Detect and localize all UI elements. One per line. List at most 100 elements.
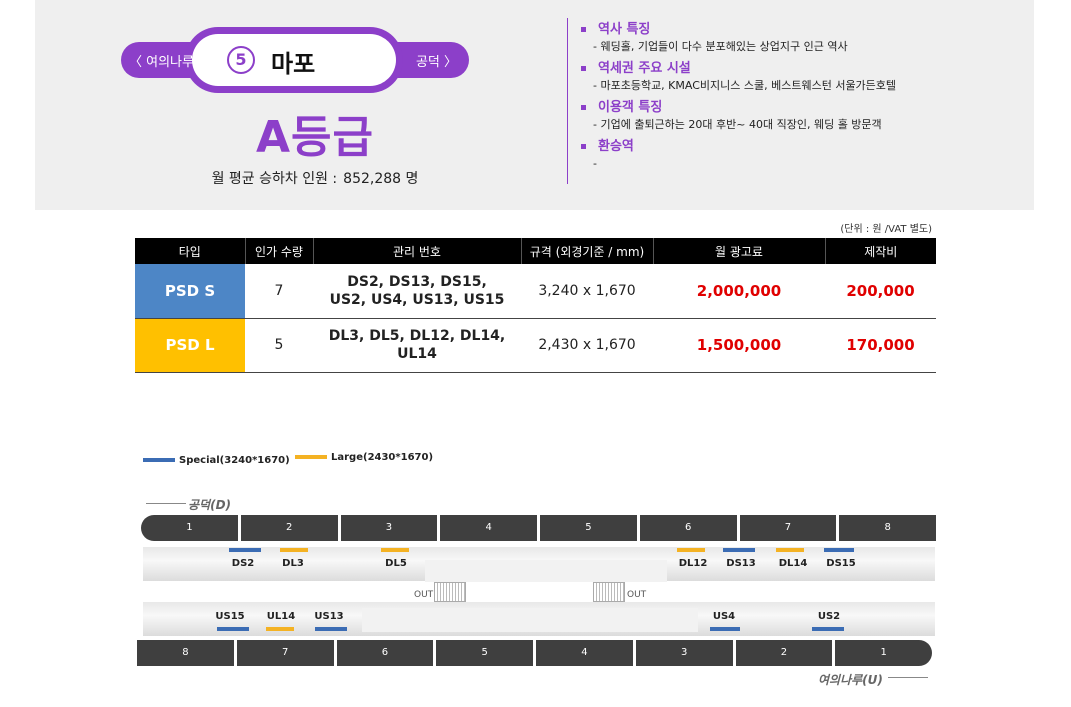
station-info-panel: 〈 여의나루 공덕 〉 5 마포 A등급 월 평균 승하차 인원 : 852,28… xyxy=(35,0,1034,210)
marker-special xyxy=(229,548,261,552)
ids-cell: DL3, DL5, DL12, DL14, UL14 xyxy=(313,318,521,373)
next-station-label: 공덕 〉 xyxy=(415,55,457,70)
feature-title: 환승역 xyxy=(598,139,634,154)
cost-cell: 170,000 xyxy=(825,318,936,373)
train-car: 1 xyxy=(835,640,932,666)
square-bullet-icon xyxy=(581,105,586,110)
ids-cell: DS2, DS13, DS15, US2, US4, US13, US15 xyxy=(313,264,521,319)
train-car: 8 xyxy=(137,640,234,666)
left-arrow-icon xyxy=(146,503,186,504)
marker-label: DL14 xyxy=(778,558,808,569)
marker-special xyxy=(315,627,347,631)
size-cell: 2,430 x 1,670 xyxy=(521,318,653,373)
header-qty: 인가 수량 xyxy=(245,238,314,264)
feature-desc: - xyxy=(593,157,597,170)
train-car: 7 xyxy=(236,640,334,666)
size-cell: 3,240 x 1,670 xyxy=(521,264,653,319)
marker-label: DS15 xyxy=(826,558,856,569)
feature-desc: - 웨딩홀, 기업들이 다수 분포해있는 상업지구 인근 역사 xyxy=(593,40,848,53)
qty-cell: 5 xyxy=(245,318,313,373)
marker-label: DS13 xyxy=(726,558,756,569)
price-table: 타입 인가 수량 관리 번호 규격 (외경기준 / mm) 월 광고료 제작비 … xyxy=(135,238,936,373)
feature-item: 이용객 특징 - 기업에 출퇴근하는 20대 후반~ 40대 직장인, 웨딩 홀… xyxy=(581,98,1061,132)
marker-label: UL14 xyxy=(266,611,296,622)
station-features: 역사 특징 - 웨딩홀, 기업들이 다수 분포해있는 상업지구 인근 역사 역세… xyxy=(581,20,1061,176)
direction-top-label: 공덕(D) xyxy=(188,498,232,512)
train-car: 5 xyxy=(436,640,533,666)
exit-label: OUT xyxy=(627,590,647,600)
fee-cell: 1,500,000 xyxy=(653,318,825,373)
passengers-label: 월 평균 승하차 인원 : xyxy=(211,171,338,187)
unit-note: (단위 : 원 /VAT 별도) xyxy=(840,224,932,235)
marker-label: DL12 xyxy=(678,558,708,569)
exit-label: OUT xyxy=(414,590,434,600)
marker-label: US15 xyxy=(215,611,245,622)
stairs-icon xyxy=(593,582,625,602)
marker-special xyxy=(217,627,249,631)
train-car: 8 xyxy=(839,515,936,541)
train-car: 6 xyxy=(336,640,434,666)
monthly-passengers: 월 평균 승하차 인원 : 852,288 명 xyxy=(155,168,475,188)
header-type: 타입 xyxy=(135,238,246,264)
up-train: 87654321 xyxy=(137,640,932,666)
ids-line: DL3, DL5, DL12, DL14, xyxy=(328,328,506,344)
square-bullet-icon xyxy=(581,144,586,149)
cost-cell: 200,000 xyxy=(825,264,936,319)
prev-station-label: 〈 여의나루 xyxy=(129,55,194,70)
passengers-value: 852,288 명 xyxy=(343,171,419,187)
marker-special xyxy=(824,548,854,552)
feature-item: 환승역 - xyxy=(581,137,1061,171)
station-name: 마포 xyxy=(271,50,316,78)
marker-large xyxy=(677,548,705,552)
fee-cell: 2,000,000 xyxy=(653,264,825,319)
marker-large xyxy=(280,548,308,552)
marker-large xyxy=(381,548,409,552)
right-arrow-icon xyxy=(888,677,928,678)
marker-special xyxy=(723,548,755,552)
marker-label: US13 xyxy=(314,611,344,622)
marker-label: US2 xyxy=(817,611,841,622)
square-bullet-icon xyxy=(581,27,586,32)
table-header-row: 타입 인가 수량 관리 번호 규격 (외경기준 / mm) 월 광고료 제작비 xyxy=(135,238,936,264)
header-size: 규격 (외경기준 / mm) xyxy=(521,238,654,264)
table-row: PSD L 5 DL3, DL5, DL12, DL14, UL14 2,430 … xyxy=(135,318,936,373)
divider xyxy=(567,18,568,184)
train-car: 2 xyxy=(735,640,833,666)
train-car: 3 xyxy=(635,640,733,666)
marker-large xyxy=(776,548,804,552)
feature-title: 이용객 특징 xyxy=(598,100,663,115)
marker-label: DL3 xyxy=(282,558,304,569)
train-car: 1 xyxy=(141,515,238,541)
marker-large xyxy=(266,627,294,631)
ids-line: US2, US4, US13, US15 xyxy=(329,291,505,308)
train-car: 5 xyxy=(540,515,637,541)
train-car: 4 xyxy=(440,515,537,541)
header-ids: 관리 번호 xyxy=(313,238,522,264)
marker-label: DS2 xyxy=(231,558,255,569)
feature-item: 역세권 주요 시설 - 마포초등학교, KMAC비지니스 스쿨, 베스트웨스턴 … xyxy=(581,59,1061,93)
square-bullet-icon xyxy=(581,66,586,71)
header-cost: 제작비 xyxy=(825,238,936,264)
feature-title: 역사 특징 xyxy=(598,22,651,37)
marker-label: US4 xyxy=(712,611,736,622)
train-car: 4 xyxy=(536,640,633,666)
train-car: 6 xyxy=(639,515,737,541)
station-number-badge: 5 xyxy=(227,46,255,74)
legend-special: Special(3240*1670) xyxy=(143,455,290,466)
line-indicator: 〈 여의나루 공덕 〉 5 마포 xyxy=(121,27,469,93)
ids-line: UL14 xyxy=(397,346,437,362)
platform-center xyxy=(425,560,667,582)
header-fee: 월 광고료 xyxy=(653,238,826,264)
feature-desc: - 마포초등학교, KMAC비지니스 스쿨, 베스트웨스턴 서울가든호텔 xyxy=(593,79,897,92)
marker-special xyxy=(812,627,844,631)
type-cell: PSD L xyxy=(135,318,245,373)
ids-line: DS2, DS13, DS15, xyxy=(347,273,487,290)
station-grade: A등급 xyxy=(255,112,374,163)
marker-special xyxy=(710,627,740,631)
type-cell: PSD S xyxy=(135,264,245,319)
qty-cell: 7 xyxy=(245,264,313,319)
feature-desc: - 기업에 출퇴근하는 20대 후반~ 40대 직장인, 웨딩 홀 방문객 xyxy=(593,118,882,131)
feature-item: 역사 특징 - 웨딩홀, 기업들이 다수 분포해있는 상업지구 인근 역사 xyxy=(581,20,1061,54)
down-train: 12345678 xyxy=(141,515,936,541)
stairs-icon xyxy=(434,582,466,602)
